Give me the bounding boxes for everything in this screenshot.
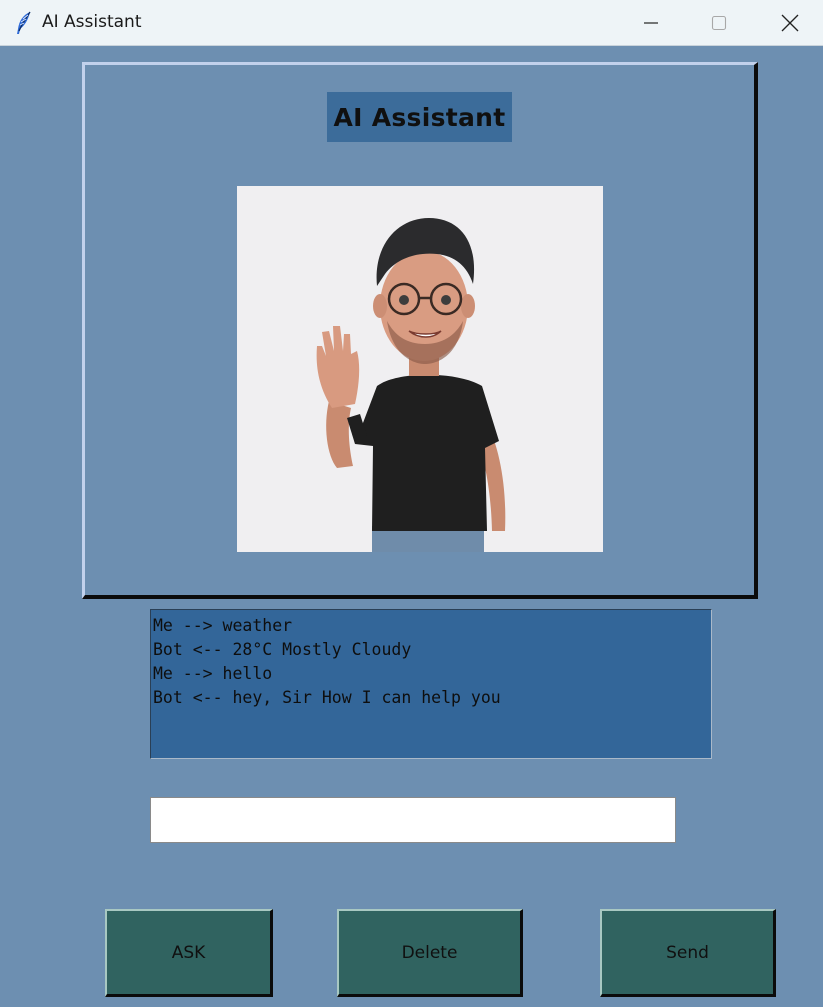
ask-button[interactable]: ASK [105,909,273,997]
window-title: AI Assistant [42,12,142,32]
chat-line: Bot <-- 28°C Mostly Cloudy [153,640,412,659]
maximize-icon [711,15,727,31]
title-bar[interactable]: AI Assistant [0,0,823,46]
minimize-button[interactable] [616,0,686,46]
feather-icon [14,11,34,35]
chat-line: Me --> weather [153,616,293,635]
assistant-frame: AI Assistant [82,62,758,599]
send-button[interactable]: Send [600,909,776,997]
minimize-icon [643,15,659,31]
close-button[interactable] [755,0,823,46]
close-icon [781,14,799,32]
message-input[interactable] [150,797,676,843]
app-window: AI Assistant AI Assistant Me --> weather… [0,0,823,1007]
chat-line: Bot <-- hey, Sir How I can help you [153,688,501,707]
delete-button[interactable]: Delete [337,909,523,997]
page-title: AI Assistant [327,92,512,142]
chat-log[interactable]: Me --> weather Bot <-- 28°C Mostly Cloud… [150,609,712,759]
maximize-button[interactable] [684,0,754,46]
avatar-image [237,186,603,552]
chat-line: Me --> hello [153,664,273,683]
